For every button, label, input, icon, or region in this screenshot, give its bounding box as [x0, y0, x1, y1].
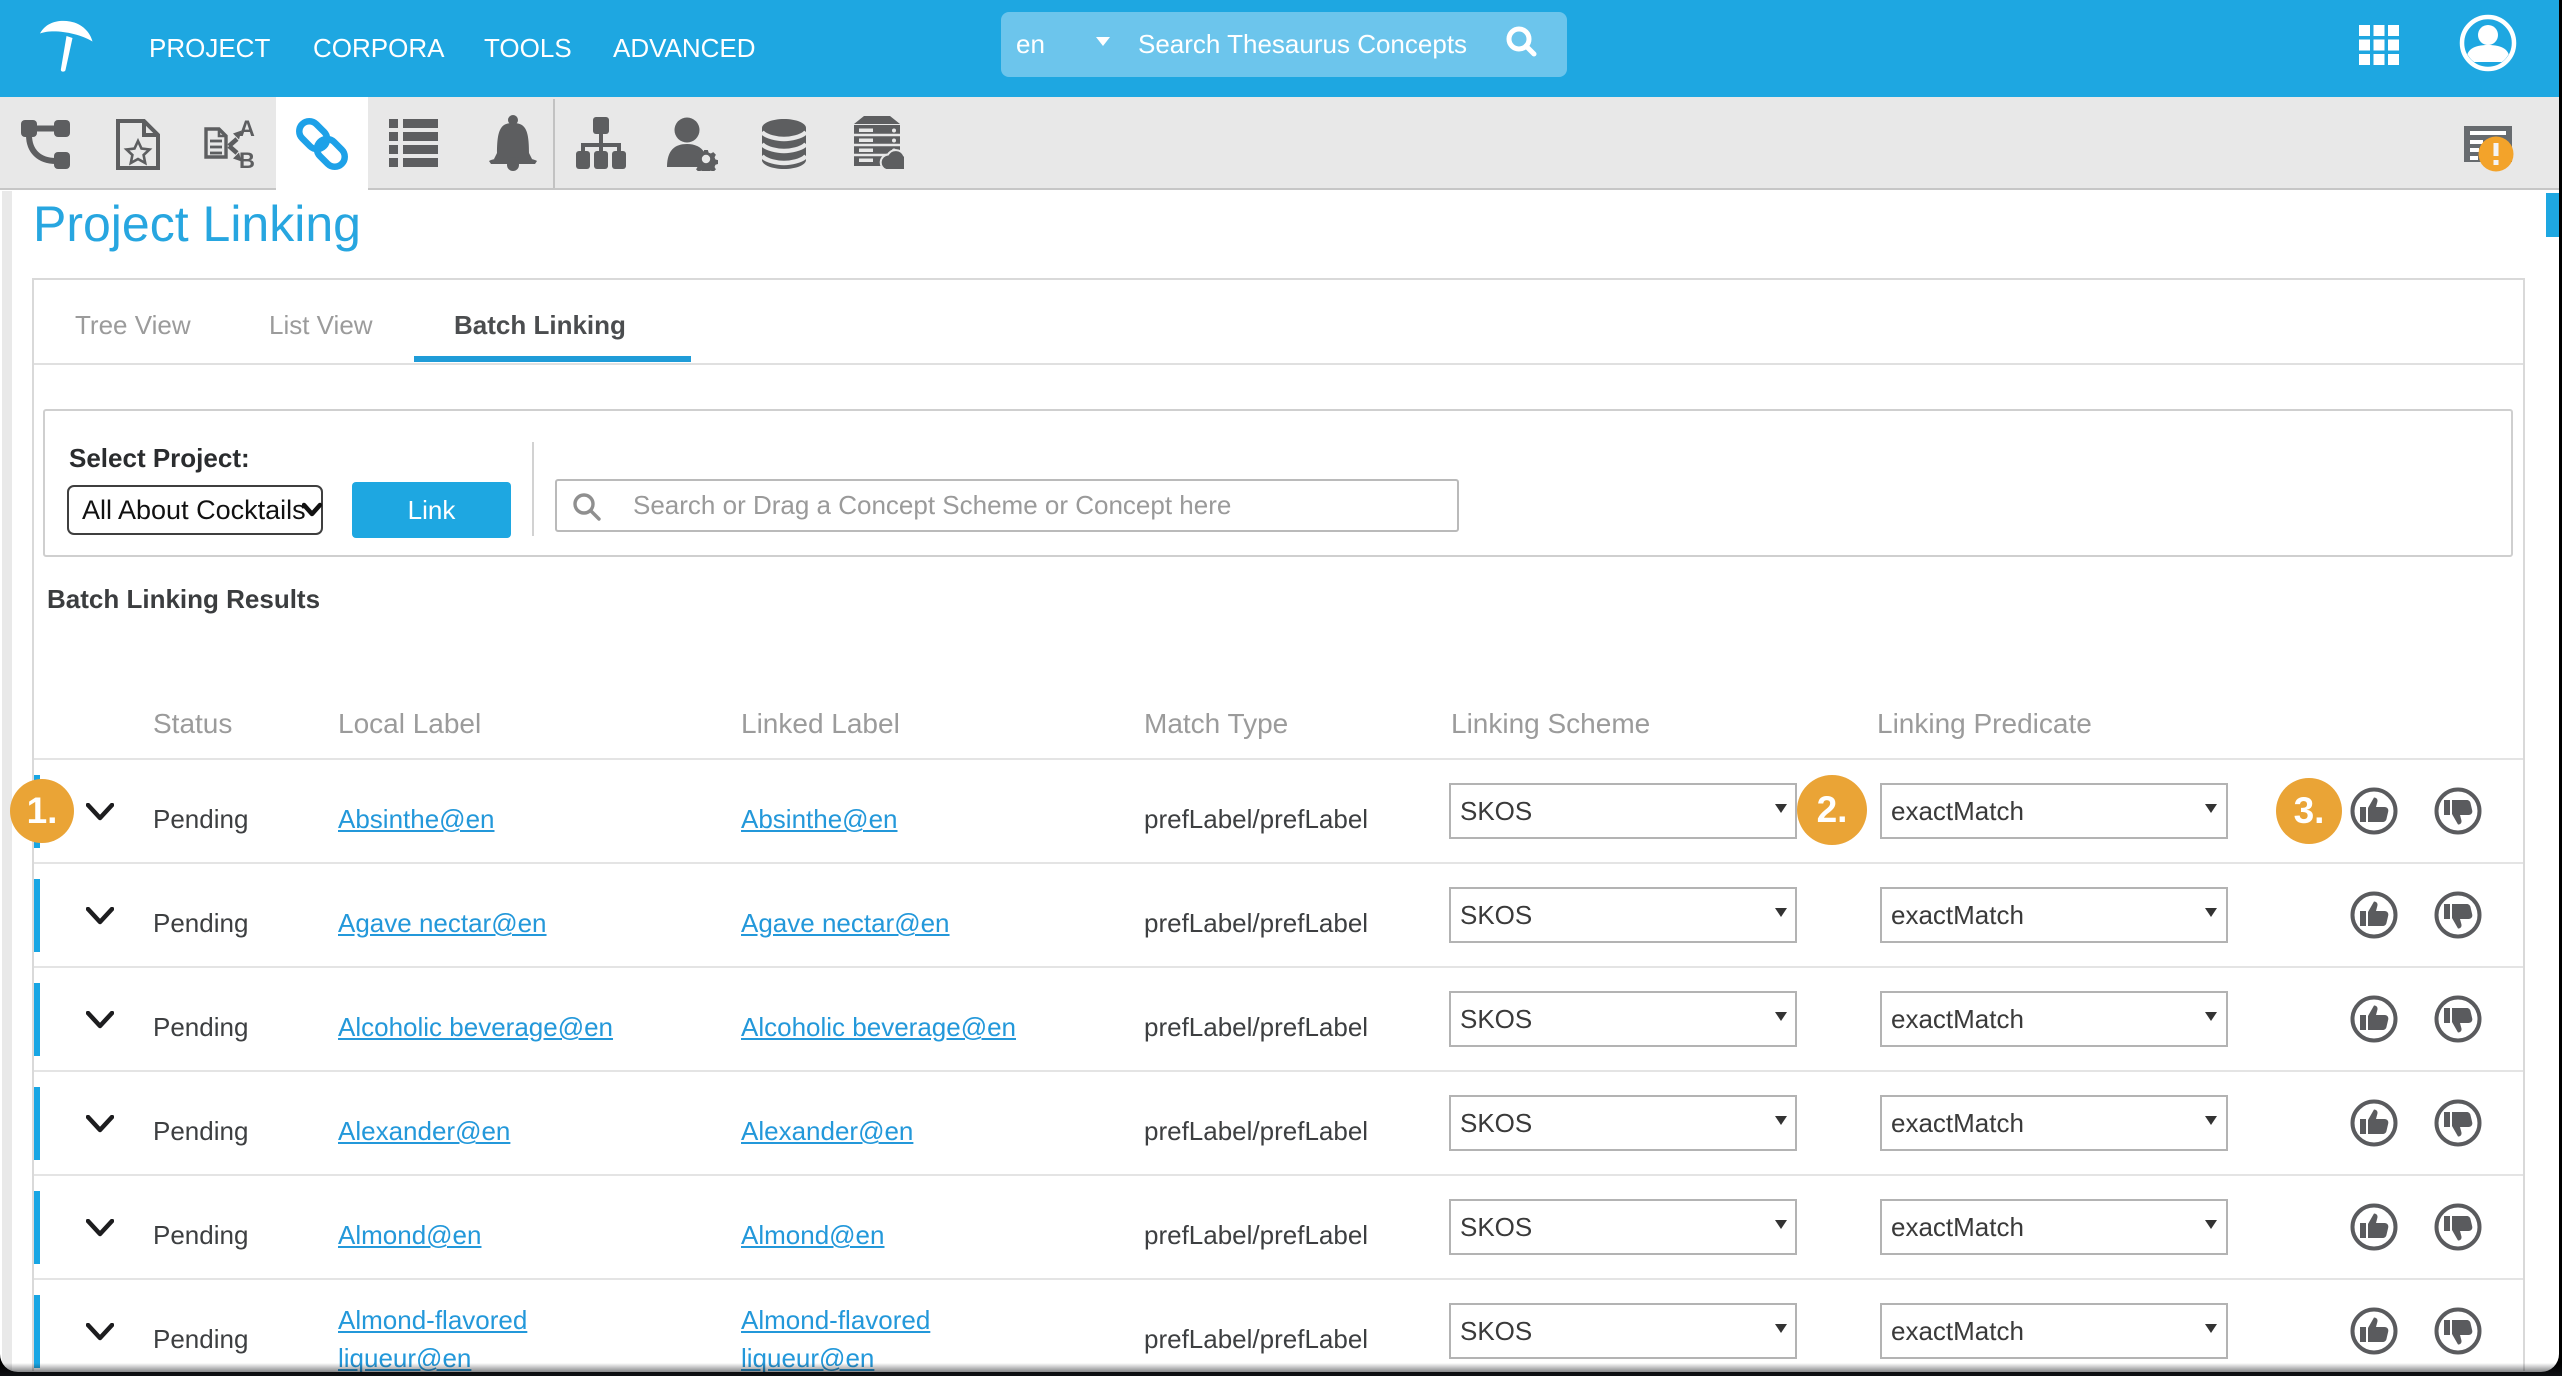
- svg-text:A: A: [239, 117, 255, 141]
- svg-text:B: B: [239, 148, 255, 173]
